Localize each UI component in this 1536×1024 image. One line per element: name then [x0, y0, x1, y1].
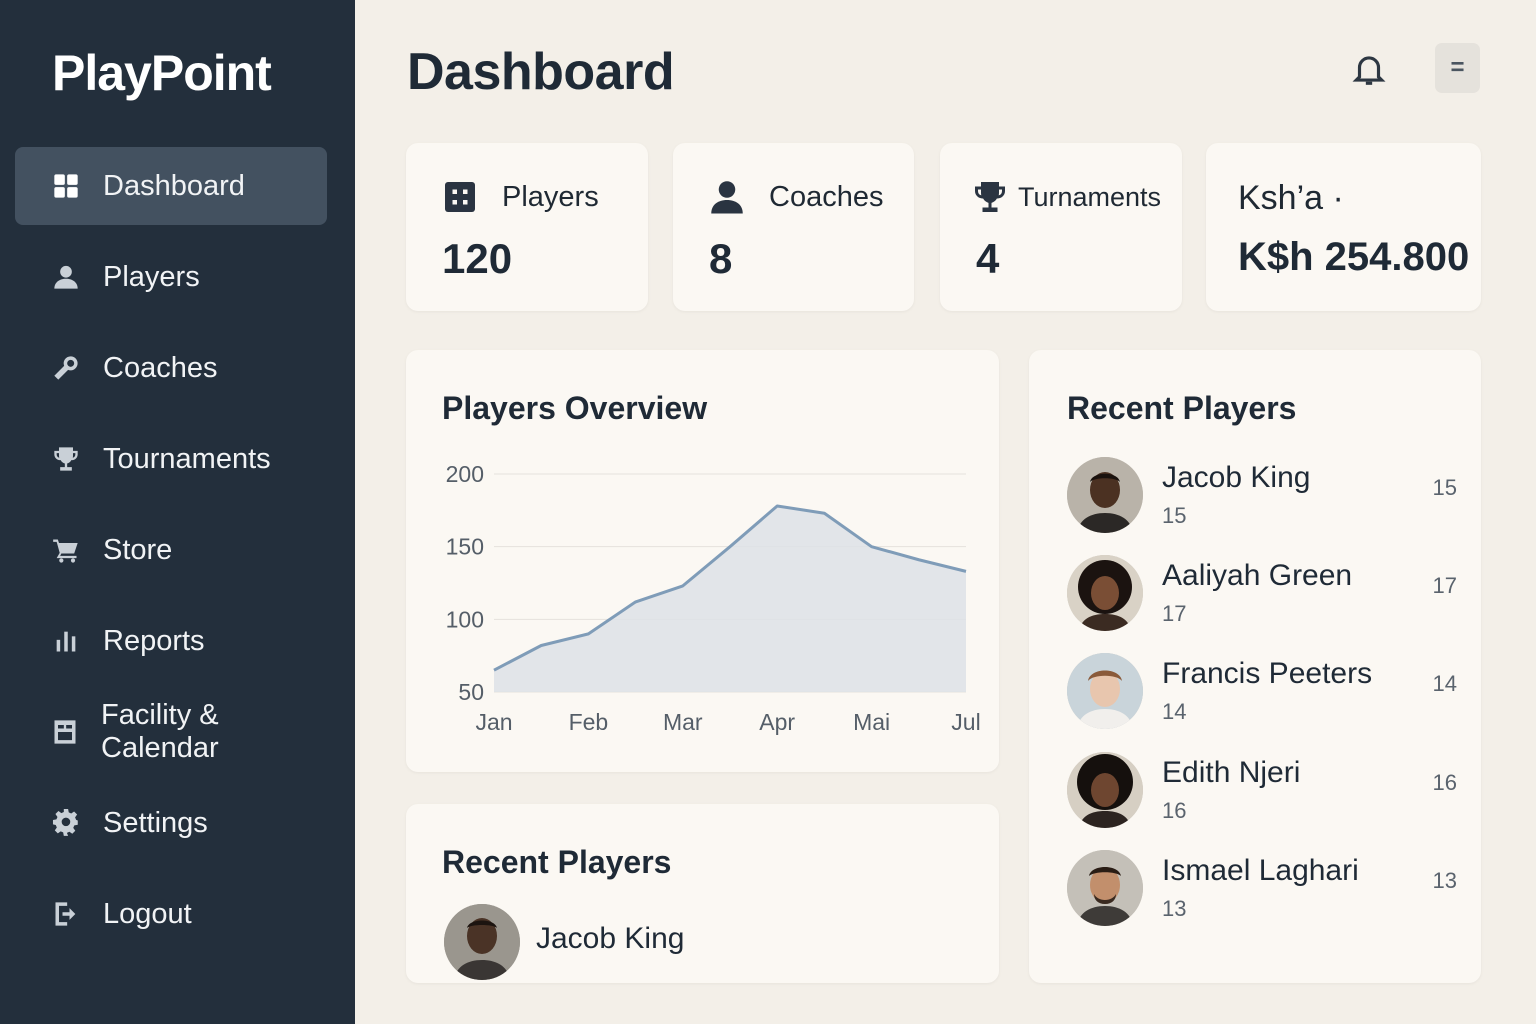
recent-players-card: Recent Players Jacob King 15 15 Aaliyah …	[1029, 350, 1481, 983]
player-name[interactable]: Jacob King	[536, 922, 684, 956]
section-title: Recent Players	[442, 844, 672, 880]
player-age: 16	[1432, 770, 1457, 795]
recent-players-card-small: Recent Players Jacob King	[406, 804, 999, 983]
stat-card-coaches[interactable]: Coaches 8	[673, 143, 914, 311]
player-name: Jacob King	[1162, 461, 1311, 494]
x-tick-label: Feb	[569, 709, 609, 735]
sidebar-item-label: Facility & Calendar	[101, 699, 219, 764]
player-name: Francis Peeters	[1162, 657, 1373, 690]
sidebar-item-label: Logout	[103, 897, 192, 930]
chart-area	[494, 505, 966, 692]
trophy-icon	[51, 444, 81, 474]
stat-card-revenue[interactable]: Ksh’a · K$h 254.800	[1206, 143, 1481, 311]
stat-value: 120	[442, 235, 513, 282]
list-item[interactable]: Jacob King 15 15	[1067, 457, 1457, 535]
list-item[interactable]: Ismael Laghari 13 13	[1067, 850, 1457, 928]
sidebar-item-dashboard[interactable]: Dashboard	[15, 147, 327, 225]
players-overview-card: Players Overview 50 100 150 200 Jan Feb Mar Apr…	[406, 350, 999, 772]
user-icon	[709, 179, 745, 215]
y-tick-label: 150	[446, 534, 484, 560]
player-age: 13	[1432, 868, 1457, 893]
sidebar-item-label: Tournaments	[103, 442, 271, 475]
calendar-icon	[51, 717, 79, 747]
bell-icon	[1352, 56, 1386, 85]
stat-value: K$h 254.800	[1238, 235, 1470, 279]
player-age: 14	[1432, 671, 1457, 696]
list-item[interactable]: Edith Njeri 16 16	[1067, 752, 1457, 830]
player-name: Aaliyah Green	[1162, 559, 1353, 592]
avatar	[1067, 555, 1143, 631]
section-title: Recent Players	[1067, 390, 1297, 426]
stat-value: 4	[976, 235, 1000, 282]
x-tick-label: Mai	[853, 709, 890, 735]
sidebar-item-label: Store	[103, 533, 173, 566]
sidebar-item-facility-calendar[interactable]: Facility & Calendar	[15, 693, 327, 771]
trophy-icon	[972, 179, 1008, 215]
grid-icon	[51, 171, 81, 201]
sidebar-item-players[interactable]: Players	[15, 238, 327, 316]
brand-logo[interactable]: PlayPoint	[52, 44, 272, 102]
avatar	[1067, 850, 1143, 926]
sidebar-nav: Dashboard Players Coaches Tournaments St…	[15, 147, 327, 966]
menu-icon: =	[1450, 54, 1465, 81]
player-age: 17	[1432, 573, 1457, 598]
y-tick-label: 200	[446, 461, 484, 487]
avatar	[1067, 752, 1143, 828]
sidebar: PlayPoint Dashboard Players Coaches Tour…	[0, 0, 355, 1024]
player-age: 15	[1432, 475, 1457, 500]
player-name: Ismael Laghari	[1162, 854, 1359, 887]
player-sub: 15	[1162, 503, 1187, 528]
menu-button[interactable]: =	[1435, 43, 1480, 93]
cart-icon	[51, 535, 81, 565]
sidebar-item-label: Settings	[103, 806, 208, 839]
sidebar-item-label: Coaches	[103, 351, 218, 384]
logout-icon	[51, 899, 81, 929]
x-tick-label: Jan	[475, 709, 512, 735]
stat-label: Turnaments	[1018, 181, 1162, 212]
sidebar-item-settings[interactable]: Settings	[15, 784, 327, 862]
avatar	[1067, 653, 1143, 729]
x-tick-label: Mar	[663, 709, 703, 735]
list-item[interactable]: Aaliyah Green 17 17	[1067, 555, 1457, 633]
y-tick-label: 50	[458, 679, 484, 705]
grid-icon	[442, 179, 478, 215]
stat-card-tournaments[interactable]: Turnaments 4	[940, 143, 1182, 311]
bar-chart-icon	[51, 626, 81, 656]
sidebar-item-label: Reports	[103, 624, 205, 657]
page-title: Dashboard	[407, 43, 675, 101]
stat-label: Players	[502, 180, 599, 213]
avatar	[1067, 457, 1143, 533]
gear-icon	[51, 808, 81, 838]
player-sub: 16	[1162, 798, 1187, 823]
user-icon	[51, 262, 81, 292]
stat-value: 8	[709, 235, 733, 282]
sidebar-item-store[interactable]: Store	[15, 511, 327, 589]
stat-label: Ksh’a ·	[1238, 179, 1344, 217]
sidebar-item-reports[interactable]: Reports	[15, 602, 327, 680]
player-sub: 17	[1162, 601, 1187, 626]
sidebar-item-coaches[interactable]: Coaches	[15, 329, 327, 407]
avatar[interactable]	[444, 904, 520, 980]
whistle-icon	[51, 353, 81, 383]
stat-card-players[interactable]: Players 120	[406, 143, 648, 311]
sidebar-item-logout[interactable]: Logout	[15, 875, 327, 953]
x-tick-label: Apr	[759, 709, 795, 735]
players-overview-chart: 50 100 150 200 Jan Feb Mar Apr Mai Jul	[446, 461, 981, 735]
sidebar-item-tournaments[interactable]: Tournaments	[15, 420, 327, 498]
list-item[interactable]: Francis Peeters 14 14	[1067, 653, 1457, 731]
x-tick-label: Jul	[951, 709, 980, 735]
player-sub: 14	[1162, 699, 1187, 724]
sidebar-item-label: Players	[103, 260, 200, 293]
y-tick-label: 100	[446, 606, 484, 632]
sidebar-item-label: Dashboard	[103, 169, 245, 202]
notifications-button[interactable]	[1350, 50, 1388, 88]
stat-label: Coaches	[769, 180, 884, 213]
player-name: Edith Njeri	[1162, 756, 1301, 789]
player-sub: 13	[1162, 896, 1187, 921]
